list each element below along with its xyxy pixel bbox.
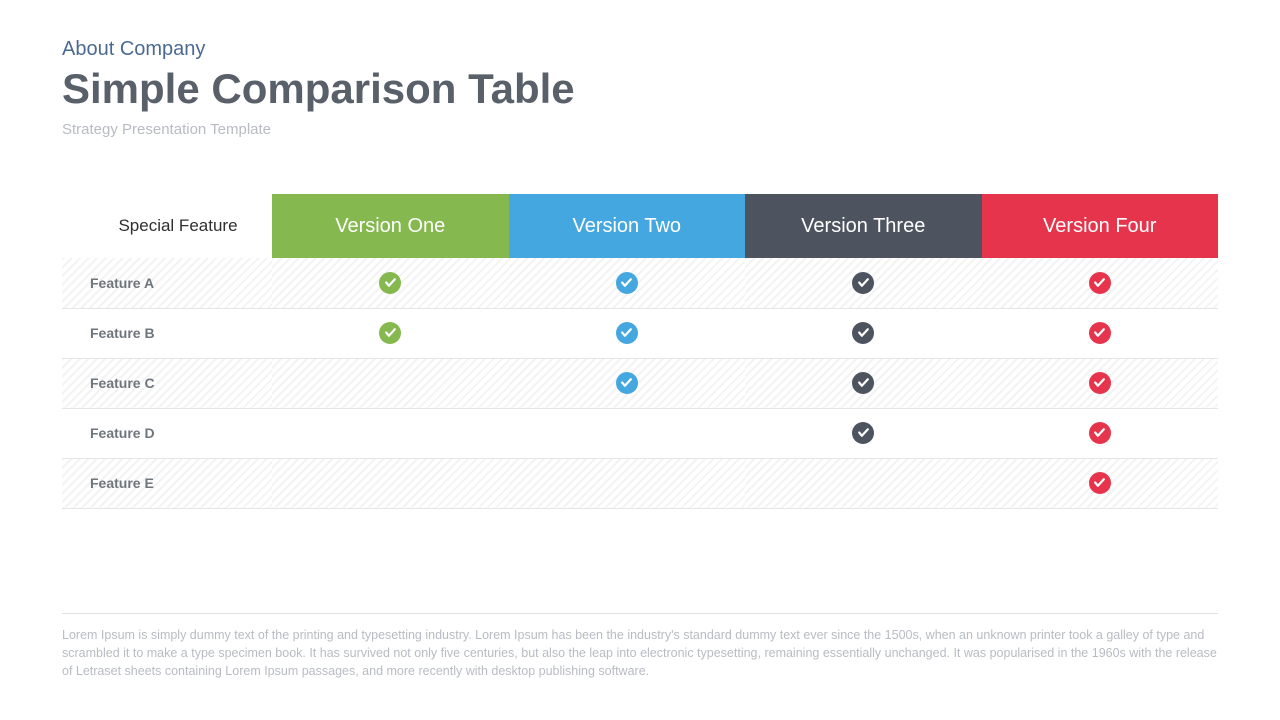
table-body: Feature AFeature BFeature CFeature DFeat… (62, 258, 1218, 508)
feature-cell (745, 408, 982, 458)
feature-cell (982, 358, 1219, 408)
slide-subtitle: Strategy Presentation Template (62, 121, 1218, 138)
feature-cell (272, 408, 509, 458)
feature-cell (982, 458, 1219, 508)
feature-cell (509, 458, 746, 508)
table-row: Feature A (62, 258, 1218, 308)
check-icon (379, 322, 401, 344)
footer-divider (62, 613, 1218, 614)
check-icon (1089, 322, 1111, 344)
slide-footer: Lorem Ipsum is simply dummy text of the … (62, 613, 1218, 680)
check-icon (852, 422, 874, 444)
table-header-row: Special Feature Version One Version Two … (62, 194, 1218, 258)
feature-cell (745, 358, 982, 408)
check-icon (1089, 272, 1111, 294)
slide-title: Simple Comparison Table (62, 67, 1218, 111)
column-header: Version One (272, 194, 509, 258)
feature-cell (272, 258, 509, 308)
check-icon (1089, 372, 1111, 394)
check-icon (852, 272, 874, 294)
feature-cell (272, 308, 509, 358)
table-row: Feature E (62, 458, 1218, 508)
eyebrow-text: About Company (62, 38, 1218, 61)
feature-label: Feature D (62, 408, 272, 458)
feature-cell (272, 458, 509, 508)
table-corner-label: Special Feature (62, 194, 272, 258)
check-icon (616, 372, 638, 394)
check-icon (852, 372, 874, 394)
feature-cell (745, 308, 982, 358)
table-row: Feature C (62, 358, 1218, 408)
check-icon (1089, 422, 1111, 444)
footer-text: Lorem Ipsum is simply dummy text of the … (62, 626, 1218, 680)
comparison-table: Special Feature Version One Version Two … (62, 194, 1218, 509)
column-header: Version Two (509, 194, 746, 258)
table-row: Feature B (62, 308, 1218, 358)
feature-cell (509, 258, 746, 308)
feature-cell (745, 258, 982, 308)
comparison-table-wrap: Special Feature Version One Version Two … (62, 194, 1218, 509)
feature-cell (509, 358, 746, 408)
feature-cell (745, 458, 982, 508)
feature-cell (982, 408, 1219, 458)
feature-cell (982, 308, 1219, 358)
feature-label: Feature A (62, 258, 272, 308)
feature-cell (982, 258, 1219, 308)
feature-label: Feature C (62, 358, 272, 408)
column-header: Version Three (745, 194, 982, 258)
feature-label: Feature B (62, 308, 272, 358)
check-icon (1089, 472, 1111, 494)
feature-cell (509, 408, 746, 458)
table-row: Feature D (62, 408, 1218, 458)
check-icon (379, 272, 401, 294)
column-header: Version Four (982, 194, 1219, 258)
check-icon (852, 322, 874, 344)
feature-cell (509, 308, 746, 358)
check-icon (616, 272, 638, 294)
feature-cell (272, 358, 509, 408)
feature-label: Feature E (62, 458, 272, 508)
slide: About Company Simple Comparison Table St… (0, 0, 1280, 720)
check-icon (616, 322, 638, 344)
